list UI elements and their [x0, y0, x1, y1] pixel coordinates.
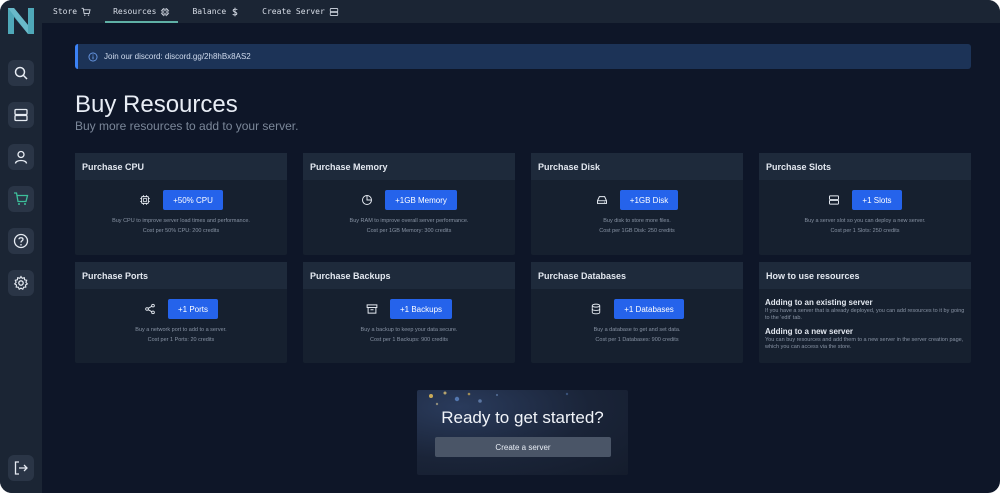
card-description: Buy a server slot so you can deploy a ne… [804, 218, 926, 224]
logout-icon [14, 461, 28, 475]
howto-existing-title: Adding to an existing server [765, 298, 873, 307]
sidebar-help-button[interactable] [8, 228, 34, 254]
archive-icon [366, 304, 378, 314]
nav-tab-label: Create Server [262, 7, 325, 16]
database-icon [592, 303, 601, 315]
card-purchase-ports: Purchase Ports +1 Ports Buy a network po… [75, 262, 287, 363]
share-icon [145, 303, 155, 315]
card-title: Purchase Disk [531, 153, 743, 180]
banner-text[interactable]: Join our discord: discord.gg/2h8hBx8AS2 [104, 52, 251, 61]
nav-tab-balance[interactable]: Balance [181, 0, 251, 23]
nav-tab-create-server[interactable]: Create Server [251, 0, 350, 23]
card-how-to-use-resources: How to use resources Adding to an existi… [759, 262, 971, 363]
server-icon [329, 7, 338, 16]
card-title: Purchase Ports [75, 262, 287, 289]
buy-disk-button[interactable]: +1GB Disk [619, 190, 679, 210]
buy-slots-button[interactable]: +1 Slots [852, 190, 902, 210]
buy-ports-button[interactable]: +1 Ports [167, 299, 218, 319]
card-description: Buy disk to store more files. [603, 218, 671, 224]
get-started-panel: Ready to get started? Create a server [417, 390, 628, 475]
cpu-icon [161, 7, 170, 16]
card-title: Purchase CPU [75, 153, 287, 180]
buy-databases-button[interactable]: +1 Databases [614, 299, 684, 319]
cta-title: Ready to get started? [441, 408, 604, 427]
card-purchase-memory: Purchase Memory +1GB Memory Buy RAM to i… [303, 153, 515, 255]
card-title: Purchase Databases [531, 262, 743, 289]
discord-banner: Join our discord: discord.gg/2h8hBx8AS2 [75, 44, 971, 69]
nav-tab-label: Resources [113, 7, 157, 16]
nav-tab-label: Balance [192, 7, 227, 16]
page-subtitle: Buy more resources to add to your server… [75, 119, 299, 133]
cpu-icon [140, 195, 150, 205]
pie-chart-icon [362, 195, 373, 205]
card-cost: Cost per 1GB Disk: 250 credits [599, 228, 675, 234]
sidebar-search-button[interactable] [8, 60, 34, 86]
sidebar-servers-button[interactable] [8, 102, 34, 128]
card-cost: Cost per 1GB Memory: 300 credits [366, 228, 452, 234]
app-window: Store Resources Balance Create Server Jo… [0, 0, 1000, 493]
top-nav: Store Resources Balance Create Server [42, 0, 1000, 23]
card-description: Buy a backup to keep your data secure. [360, 327, 458, 333]
buy-cpu-button[interactable]: +50% CPU [163, 190, 223, 210]
hard-drive-icon [596, 196, 607, 204]
gear-icon [13, 275, 29, 290]
server-icon [14, 108, 28, 122]
card-title: How to use resources [759, 262, 971, 289]
sidebar-settings-button[interactable] [8, 270, 34, 296]
card-description: Buy RAM to improve overall server perfor… [349, 218, 469, 224]
card-cost: Cost per 1 Backups: 900 credits [370, 337, 448, 343]
card-purchase-disk: Purchase Disk +1GB Disk Buy disk to stor… [531, 153, 743, 255]
howto-new-text: You can buy resources and add them to a … [765, 337, 964, 350]
cart-icon [81, 7, 91, 16]
card-purchase-cpu: Purchase CPU +50% CPU Buy CPU to improve… [75, 153, 287, 255]
nav-tab-resources[interactable]: Resources [102, 0, 181, 23]
sidebar-logout-button[interactable] [8, 455, 34, 481]
page-title: Buy Resources [75, 91, 238, 118]
card-cost: Cost per 1 Ports: 20 credits [147, 337, 215, 343]
buy-memory-button[interactable]: +1GB Memory [385, 190, 457, 210]
nav-tab-store[interactable]: Store [42, 0, 102, 23]
card-purchase-databases: Purchase Databases +1 Databases Buy a da… [531, 262, 743, 363]
dollar-icon [232, 7, 238, 16]
sidebar-account-button[interactable] [8, 144, 34, 170]
search-icon [14, 66, 28, 80]
card-purchase-slots: Purchase Slots +1 Slots Buy a server slo… [759, 153, 971, 255]
card-description: Buy a database to get and set data. [593, 327, 681, 333]
create-server-button[interactable]: Create a server [435, 437, 611, 457]
main-content: Join our discord: discord.gg/2h8hBx8AS2 … [42, 23, 1000, 493]
logo-icon[interactable] [3, 3, 39, 39]
help-icon [13, 233, 29, 249]
user-icon [14, 150, 28, 164]
card-description: Buy CPU to improve server load times and… [112, 218, 250, 224]
server-icon [829, 195, 840, 205]
howto-new-title: Adding to a new server [765, 327, 854, 336]
card-purchase-backups: Purchase Backups +1 Backups Buy a backup… [303, 262, 515, 363]
card-cost: Cost per 1 Slots: 250 credits [830, 228, 900, 234]
card-cost: Cost per 1 Databases: 900 credits [595, 337, 679, 343]
cart-icon [14, 192, 29, 205]
howto-existing-text: If you have a server that is already dep… [765, 308, 965, 321]
info-icon [88, 52, 98, 61]
card-description: Buy a network port to add to a server. [135, 327, 227, 333]
card-title: Purchase Slots [759, 153, 971, 180]
card-title: Purchase Backups [303, 262, 515, 289]
card-cost: Cost per 50% CPU: 200 credits [142, 228, 220, 234]
nav-tab-label: Store [53, 7, 78, 16]
buy-backups-button[interactable]: +1 Backups [389, 299, 453, 319]
card-title: Purchase Memory [303, 153, 515, 180]
sidebar-store-button[interactable] [8, 186, 34, 212]
